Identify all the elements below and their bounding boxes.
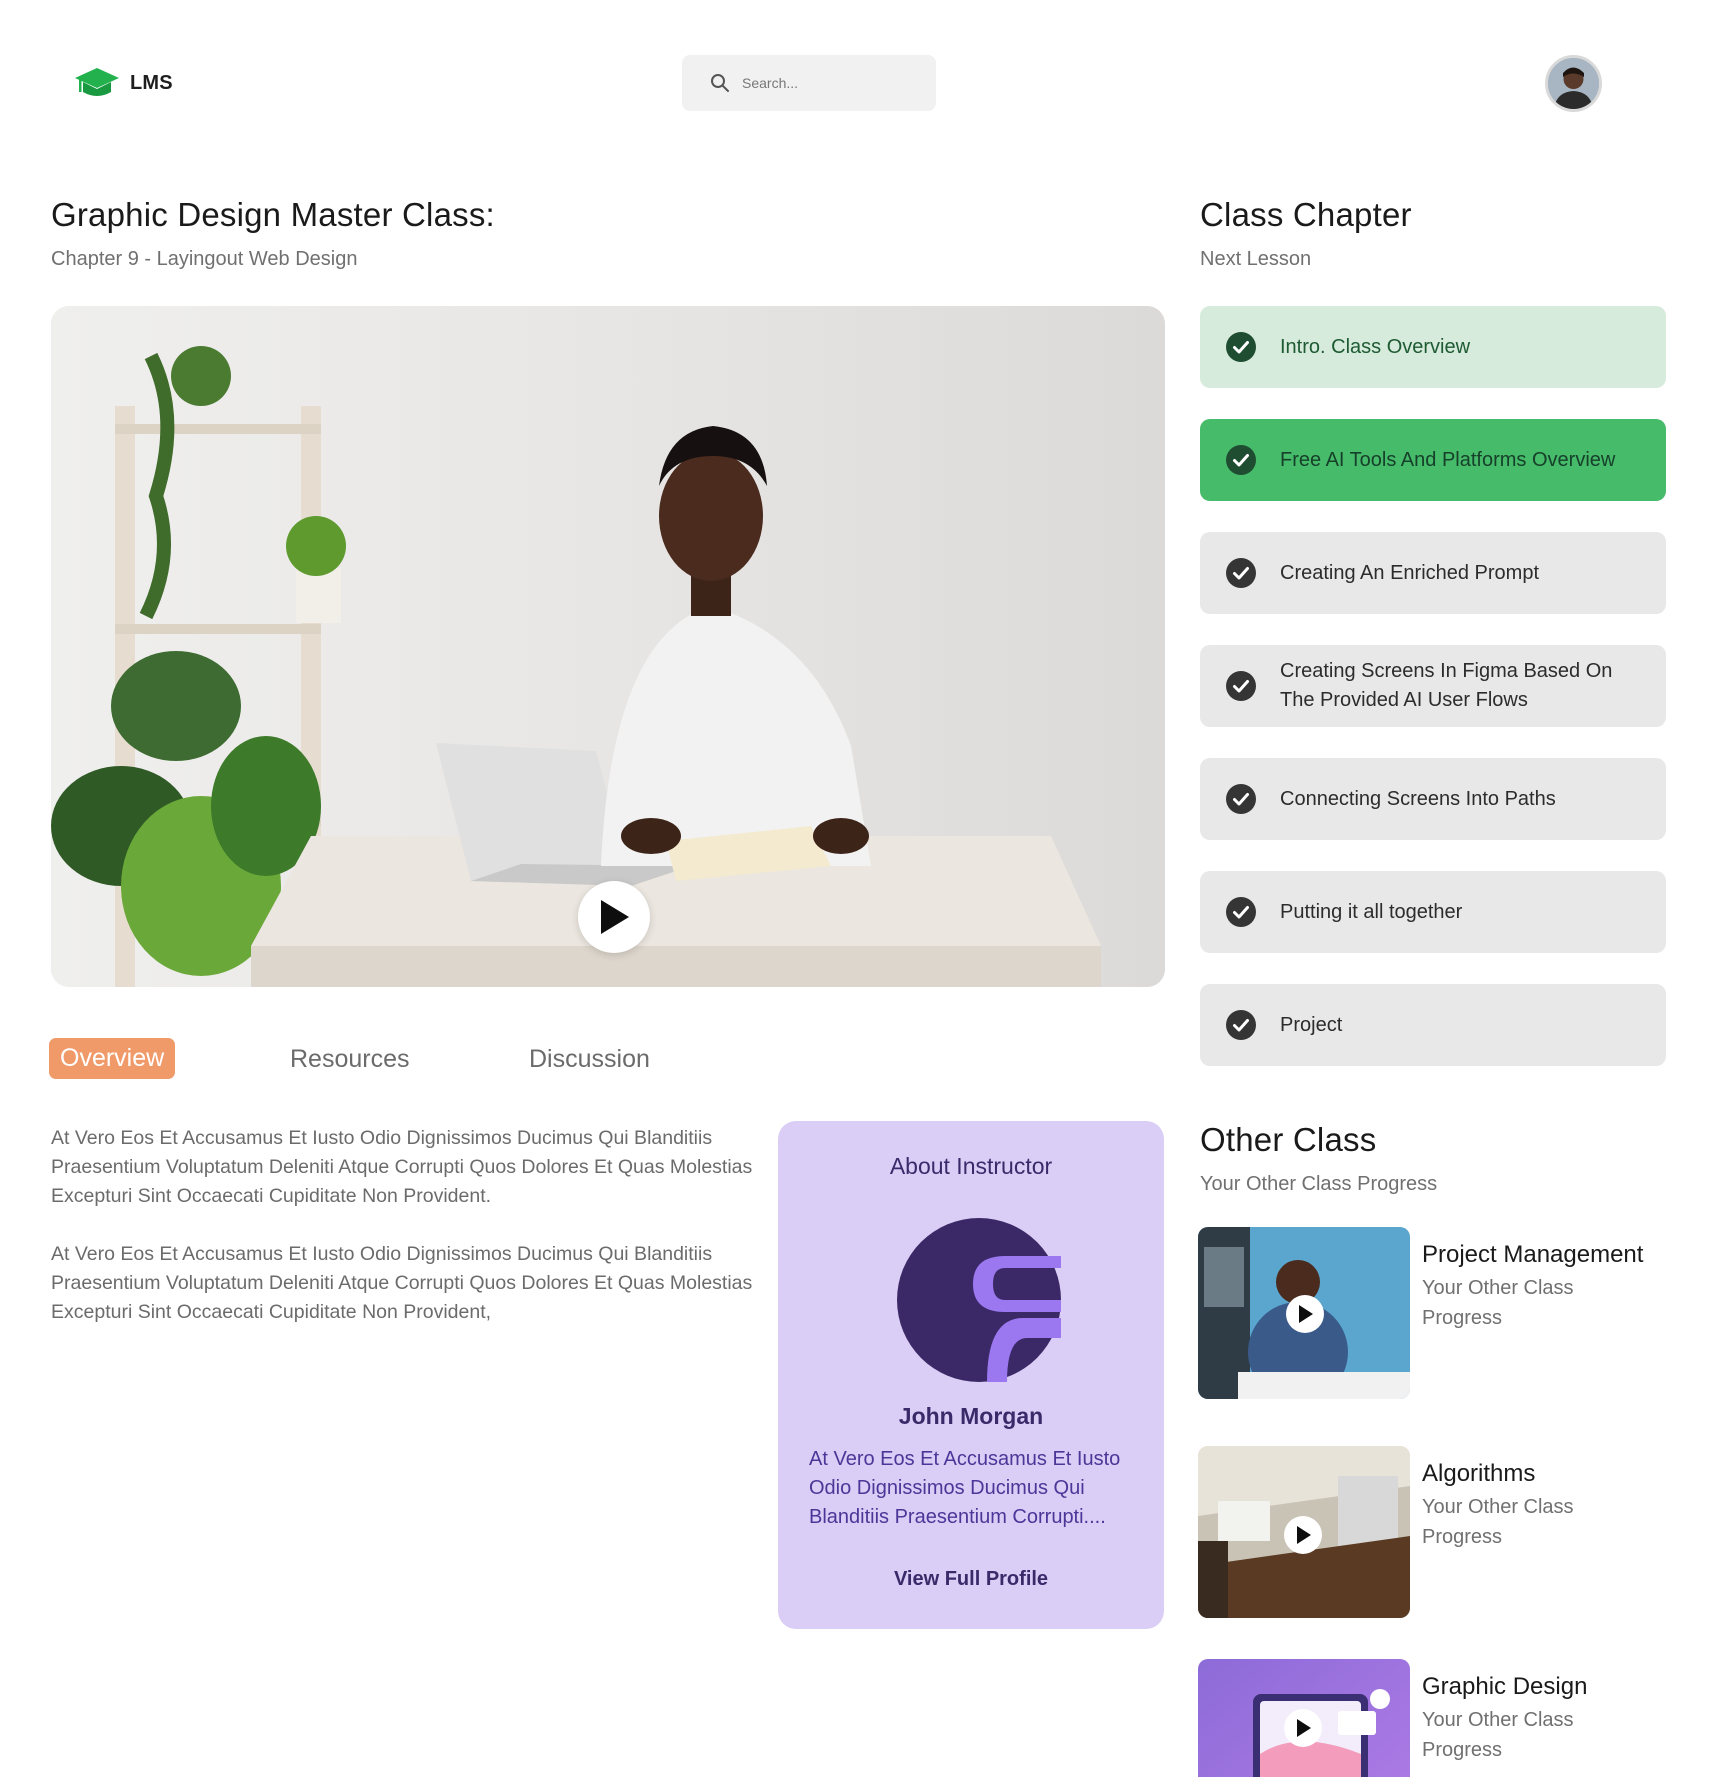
view-profile-link[interactable]: View Full Profile <box>778 1568 1164 1591</box>
check-circle-icon <box>1226 897 1256 927</box>
chapter-item[interactable]: Project <box>1200 984 1666 1066</box>
play-icon <box>1297 1526 1311 1544</box>
class-card-algorithms[interactable]: Algorithms Your Other Class Progress <box>1198 1446 1668 1618</box>
chapter-label: Creating An Enriched Prompt <box>1280 561 1540 584</box>
instructor-bio: At Vero Eos Et Accusamus Et Iusto Odio D… <box>809 1448 1121 1528</box>
search-input[interactable] <box>742 75 922 91</box>
check-circle-icon <box>1226 671 1256 701</box>
logo-text: LMS <box>130 71 173 94</box>
video-player[interactable] <box>51 306 1165 987</box>
search-icon <box>711 74 729 92</box>
instructor-heading: About Instructor <box>889 1153 1053 1179</box>
class-card-graphic-design[interactable]: Graphic Design Your Other Class Progress <box>1198 1659 1668 1777</box>
class-title: Graphic Design <box>1422 1673 1588 1700</box>
class-subtitle: Your Other Class Progress <box>1422 1277 1574 1329</box>
class-card-project-management[interactable]: Project Management Your Other Class Prog… <box>1198 1227 1668 1399</box>
other-class-subheading: Your Other Class Progress <box>1200 1173 1438 1195</box>
tab-resources[interactable]: Resources <box>290 1045 410 1074</box>
page-subtitle: Chapter 9 - Layingout Web Design <box>51 248 358 270</box>
class-title: Algorithms <box>1422 1460 1536 1487</box>
chapters-heading: Class Chapter <box>1200 196 1412 233</box>
chapter-label: Putting it all together <box>1280 900 1463 923</box>
chapters-subheading: Next Lesson <box>1200 248 1312 270</box>
check-circle-icon <box>1226 1010 1256 1040</box>
chapter-label: Connecting Screens Into Paths <box>1280 787 1556 810</box>
class-thumbnail <box>1198 1659 1410 1777</box>
class-title: Project Management <box>1422 1241 1644 1268</box>
class-play-button[interactable] <box>1284 1709 1322 1747</box>
class-play-button[interactable] <box>1284 1516 1322 1554</box>
play-icon <box>601 900 629 934</box>
check-circle-icon <box>1226 784 1256 814</box>
other-class-heading: Other Class <box>1200 1121 1377 1158</box>
tab-discussion[interactable]: Discussion <box>529 1045 650 1074</box>
chapter-item[interactable]: Free AI Tools And Platforms Overview <box>1200 419 1666 501</box>
instructor-avatar <box>897 1218 1061 1382</box>
overview-paragraph: At Vero Eos Et Accusamus Et Iusto Odio D… <box>51 1243 753 1323</box>
class-subtitle: Your Other Class Progress <box>1422 1496 1574 1548</box>
chapter-label: Creating Screens In Figma Based On The P… <box>1280 660 1613 711</box>
search-bar[interactable] <box>682 55 936 111</box>
check-circle-icon <box>1226 558 1256 588</box>
class-thumbnail <box>1198 1227 1410 1399</box>
check-circle-icon <box>1226 445 1256 475</box>
video-play-button[interactable] <box>578 881 650 953</box>
logo[interactable]: LMS <box>74 66 173 100</box>
class-thumbnail <box>1198 1446 1410 1618</box>
class-subtitle: Your Other Class Progress <box>1422 1709 1574 1761</box>
chapter-label: Project <box>1280 1013 1343 1036</box>
instructor-name: John Morgan <box>898 1403 1044 1429</box>
tab-overview[interactable]: Overview <box>49 1038 176 1079</box>
page-title: Graphic Design Master Class: <box>51 196 495 233</box>
check-circle-icon <box>1226 332 1256 362</box>
chapter-item[interactable]: Creating An Enriched Prompt <box>1200 532 1666 614</box>
chapter-label: Free AI Tools And Platforms Overview <box>1280 448 1616 471</box>
chapter-item[interactable]: Intro. Class Overview <box>1200 306 1666 388</box>
chapter-item[interactable]: Connecting Screens Into Paths <box>1200 758 1666 840</box>
graduation-cap-icon <box>75 68 119 96</box>
user-avatar[interactable] <box>1545 55 1602 112</box>
play-icon <box>1299 1305 1313 1323</box>
chapter-item[interactable]: Putting it all together <box>1200 871 1666 953</box>
play-icon <box>1297 1719 1311 1737</box>
class-play-button[interactable] <box>1286 1295 1324 1333</box>
user-photo <box>1548 58 1599 109</box>
chapter-label: Intro. Class Overview <box>1280 335 1471 358</box>
instructor-card: About Instructor John Morgan At Vero Eos… <box>778 1121 1164 1629</box>
overview-paragraph: At Vero Eos Et Accusamus Et Iusto Odio D… <box>51 1127 753 1207</box>
chapter-item[interactable]: Creating Screens In Figma Based On The P… <box>1200 645 1666 727</box>
